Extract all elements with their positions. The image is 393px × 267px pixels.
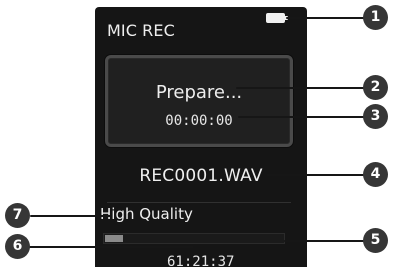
callout-line-1 [286,17,366,19]
callout-line-3 [238,116,365,118]
recording-progress-bar [103,233,285,244]
mic-recording-diagram: MIC REC Prepare... 00:00:00 REC0001.WAV … [0,0,393,267]
callout-marker-6: 6 [5,234,30,259]
screen-title: MIC REC [107,21,175,40]
recording-status-panel: Prepare... 00:00:00 [105,55,293,147]
callout-line-6 [29,246,194,248]
battery-full-icon [266,13,288,23]
callout-line-2 [236,87,365,89]
callout-marker-1: 1 [363,5,388,30]
callout-marker-5: 5 [363,228,388,253]
callout-marker-4: 4 [363,162,388,187]
callout-line-5 [284,240,365,242]
recording-quality: High Quality [100,205,193,223]
callout-marker-2: 2 [363,75,388,100]
screen-divider [107,202,291,203]
callout-line-4 [266,174,365,176]
callout-line-7 [30,215,111,217]
recording-filename: REC0001.WAV [139,166,263,186]
remaining-time: 61:21:37 [167,254,235,267]
recording-progress-fill [105,235,123,242]
callout-marker-7: 7 [5,203,30,228]
device-screen: MIC REC Prepare... 00:00:00 REC0001.WAV … [95,7,307,267]
recording-status: Prepare... [155,82,243,103]
callout-marker-3: 3 [363,104,388,129]
